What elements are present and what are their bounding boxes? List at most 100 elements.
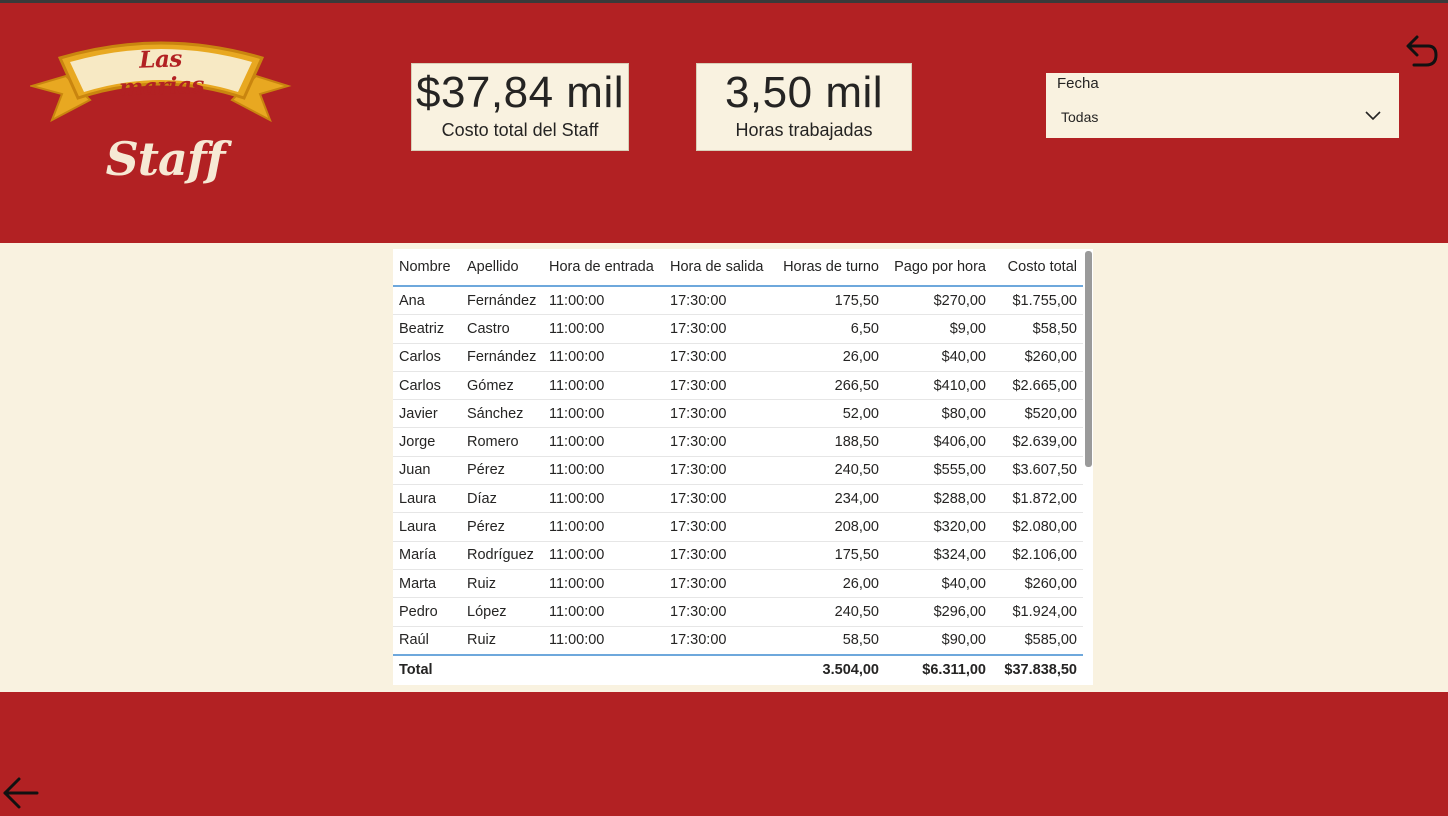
table-cell-pago-hora: $90,00 <box>885 626 992 656</box>
table-cell-hora-entrada: 11:00:00 <box>543 371 664 401</box>
vertical-scrollbar[interactable] <box>1085 251 1092 467</box>
table-cell-pago-hora: $296,00 <box>885 597 992 627</box>
table-cell-costo-total: $58,50 <box>992 314 1083 344</box>
table-row[interactable]: Juan Pérez 11:00:00 17:30:00 240,50 $555,00 $3… <box>393 456 1083 486</box>
column-header-horas-turno[interactable]: Horas de turno <box>771 249 885 287</box>
chevron-down-icon <box>1365 111 1381 121</box>
table-cell-apellido: López <box>461 597 543 627</box>
table-row[interactable]: Carlos Gómez 11:00:00 17:30:00 266,50 $410,00… <box>393 371 1083 401</box>
table-cell-hora-salida: 17:30:00 <box>664 484 771 514</box>
table-cell-horas-turno: 240,50 <box>771 456 885 486</box>
table-cell-costo-total: $2.639,00 <box>992 427 1083 457</box>
table-cell-pago-hora: $40,00 <box>885 569 992 599</box>
table-cell-costo-total: $260,00 <box>992 343 1083 372</box>
column-header-apellido[interactable]: Apellido <box>461 249 543 287</box>
table-cell-nombre: Juan <box>393 456 461 486</box>
table-cell-apellido: Castro <box>461 314 543 344</box>
table-cell-horas-turno: 26,00 <box>771 569 885 599</box>
table-cell-pago-hora: $406,00 <box>885 427 992 457</box>
table-cell-horas-turno: 175,50 <box>771 541 885 570</box>
table-cell-apellido: Fernández <box>461 343 543 372</box>
column-header-hora-salida[interactable]: Hora de salida <box>664 249 771 287</box>
total-costo: $37.838,50 <box>992 653 1083 684</box>
table-cell-apellido: Pérez <box>461 512 543 542</box>
fecha-dropdown[interactable]: Todas <box>1050 100 1395 134</box>
kpi-value: 3,50 mil <box>724 68 884 117</box>
table-cell-nombre: Beatriz <box>393 314 461 344</box>
kpi-card-horas-trabajadas: 3,50 mil Horas trabajadas <box>696 63 912 151</box>
table-row[interactable]: María Rodríguez 11:00:00 17:30:00 175,50 $324… <box>393 541 1083 570</box>
table-cell-hora-entrada: 11:00:00 <box>543 314 664 344</box>
table-cell-hora-entrada: 11:00:00 <box>543 512 664 542</box>
table-row[interactable]: Pedro López 11:00:00 17:30:00 240,50 $296,00 $… <box>393 597 1083 627</box>
table-cell-apellido: Fernández <box>461 286 543 316</box>
table-cell-horas-turno: 188,50 <box>771 427 885 457</box>
table-cell-hora-entrada: 11:00:00 <box>543 343 664 372</box>
fecha-slicer: Fecha Todas <box>1046 73 1399 138</box>
table-cell-apellido: Ruiz <box>461 626 543 656</box>
table-cell-hora-salida: 17:30:00 <box>664 314 771 344</box>
table-cell-costo-total: $260,00 <box>992 569 1083 599</box>
kpi-card-costo-total: $37,84 mil Costo total del Staff <box>411 63 629 151</box>
table-cell-horas-turno: 240,50 <box>771 597 885 627</box>
table-cell-costo-total: $2.665,00 <box>992 371 1083 401</box>
column-header-pago-hora[interactable]: Pago por hora <box>885 249 992 287</box>
column-header-costo-total[interactable]: Costo total <box>992 249 1083 287</box>
table-row[interactable]: Carlos Fernández 11:00:00 17:30:00 26,00 $40,… <box>393 343 1083 372</box>
table-cell-costo-total: $585,00 <box>992 626 1083 656</box>
table-cell-hora-entrada: 11:00:00 <box>543 597 664 627</box>
table-cell-nombre: María <box>393 541 461 570</box>
table-cell-nombre: Javier <box>393 399 461 429</box>
table-cell-hora-entrada: 11:00:00 <box>543 484 664 514</box>
table-cell-empty <box>543 653 664 684</box>
table-cell-hora-entrada: 11:00:00 <box>543 626 664 656</box>
column-header-nombre[interactable]: Nombre <box>393 249 461 287</box>
table-row[interactable]: Marta Ruiz 11:00:00 17:30:00 26,00 $40,00 $260… <box>393 569 1083 599</box>
table-row[interactable]: Jorge Romero 11:00:00 17:30:00 188,50 $406,00… <box>393 427 1083 457</box>
table-row[interactable]: Javier Sánchez 11:00:00 17:30:00 52,00 $80,00… <box>393 399 1083 429</box>
table-cell-nombre: Marta <box>393 569 461 599</box>
table-cell-nombre: Pedro <box>393 597 461 627</box>
kpi-value: $37,84 mil <box>415 68 624 117</box>
table-cell-horas-turno: 52,00 <box>771 399 885 429</box>
table-cell-hora-salida: 17:30:00 <box>664 512 771 542</box>
total-horas: 3.504,00 <box>771 653 885 684</box>
table-cell-costo-total: $2.080,00 <box>992 512 1083 542</box>
table-cell-hora-entrada: 11:00:00 <box>543 541 664 570</box>
undo-icon[interactable] <box>1402 32 1438 72</box>
table-row[interactable]: Laura Pérez 11:00:00 17:30:00 208,00 $320,00 $… <box>393 512 1083 542</box>
page-title: Staff <box>105 132 226 186</box>
table-cell-hora-salida: 17:30:00 <box>664 541 771 570</box>
slicer-selected-value: Todas <box>1061 109 1099 125</box>
table-cell-horas-turno: 6,50 <box>771 314 885 344</box>
table-cell-costo-total: $2.106,00 <box>992 541 1083 570</box>
table-cell-apellido: Ruiz <box>461 569 543 599</box>
table-row[interactable]: Beatriz Castro 11:00:00 17:30:00 6,50 $9,00 $5… <box>393 314 1083 344</box>
table-cell-pago-hora: $555,00 <box>885 456 992 486</box>
table-row[interactable]: Laura Díaz 11:00:00 17:30:00 234,00 $288,00 $1… <box>393 484 1083 514</box>
table-cell-costo-total: $1.872,00 <box>992 484 1083 514</box>
table-cell-pago-hora: $288,00 <box>885 484 992 514</box>
table-cell-hora-salida: 17:30:00 <box>664 569 771 599</box>
las-marias-logo: Las marias Staff <box>30 36 292 196</box>
table-cell-hora-entrada: 11:00:00 <box>543 286 664 316</box>
total-pago: $6.311,00 <box>885 653 992 684</box>
back-arrow-icon[interactable] <box>2 775 40 811</box>
table-row[interactable]: Raúl Ruiz 11:00:00 17:30:00 58,50 $90,00 $585,… <box>393 626 1083 656</box>
table-cell-hora-salida: 17:30:00 <box>664 626 771 656</box>
table-cell-hora-salida: 17:30:00 <box>664 427 771 457</box>
table-cell-hora-entrada: 11:00:00 <box>543 569 664 599</box>
table-cell-horas-turno: 175,50 <box>771 286 885 316</box>
kpi-label: Costo total del Staff <box>441 120 599 140</box>
table-cell-horas-turno: 58,50 <box>771 626 885 656</box>
table-cell-hora-salida: 17:30:00 <box>664 286 771 316</box>
table-cell-pago-hora: $40,00 <box>885 343 992 372</box>
table-cell-horas-turno: 234,00 <box>771 484 885 514</box>
column-header-hora-entrada[interactable]: Hora de entrada <box>543 249 664 287</box>
slicer-title: Fecha <box>1057 75 1099 92</box>
table-cell-nombre: Carlos <box>393 343 461 372</box>
total-label: Total <box>393 653 461 684</box>
table-row[interactable]: Ana Fernández 11:00:00 17:30:00 175,50 $270,0… <box>393 286 1083 316</box>
table-header-row: Nombre Apellido Hora de entrada Hora de … <box>393 249 1083 287</box>
table-cell-hora-entrada: 11:00:00 <box>543 427 664 457</box>
